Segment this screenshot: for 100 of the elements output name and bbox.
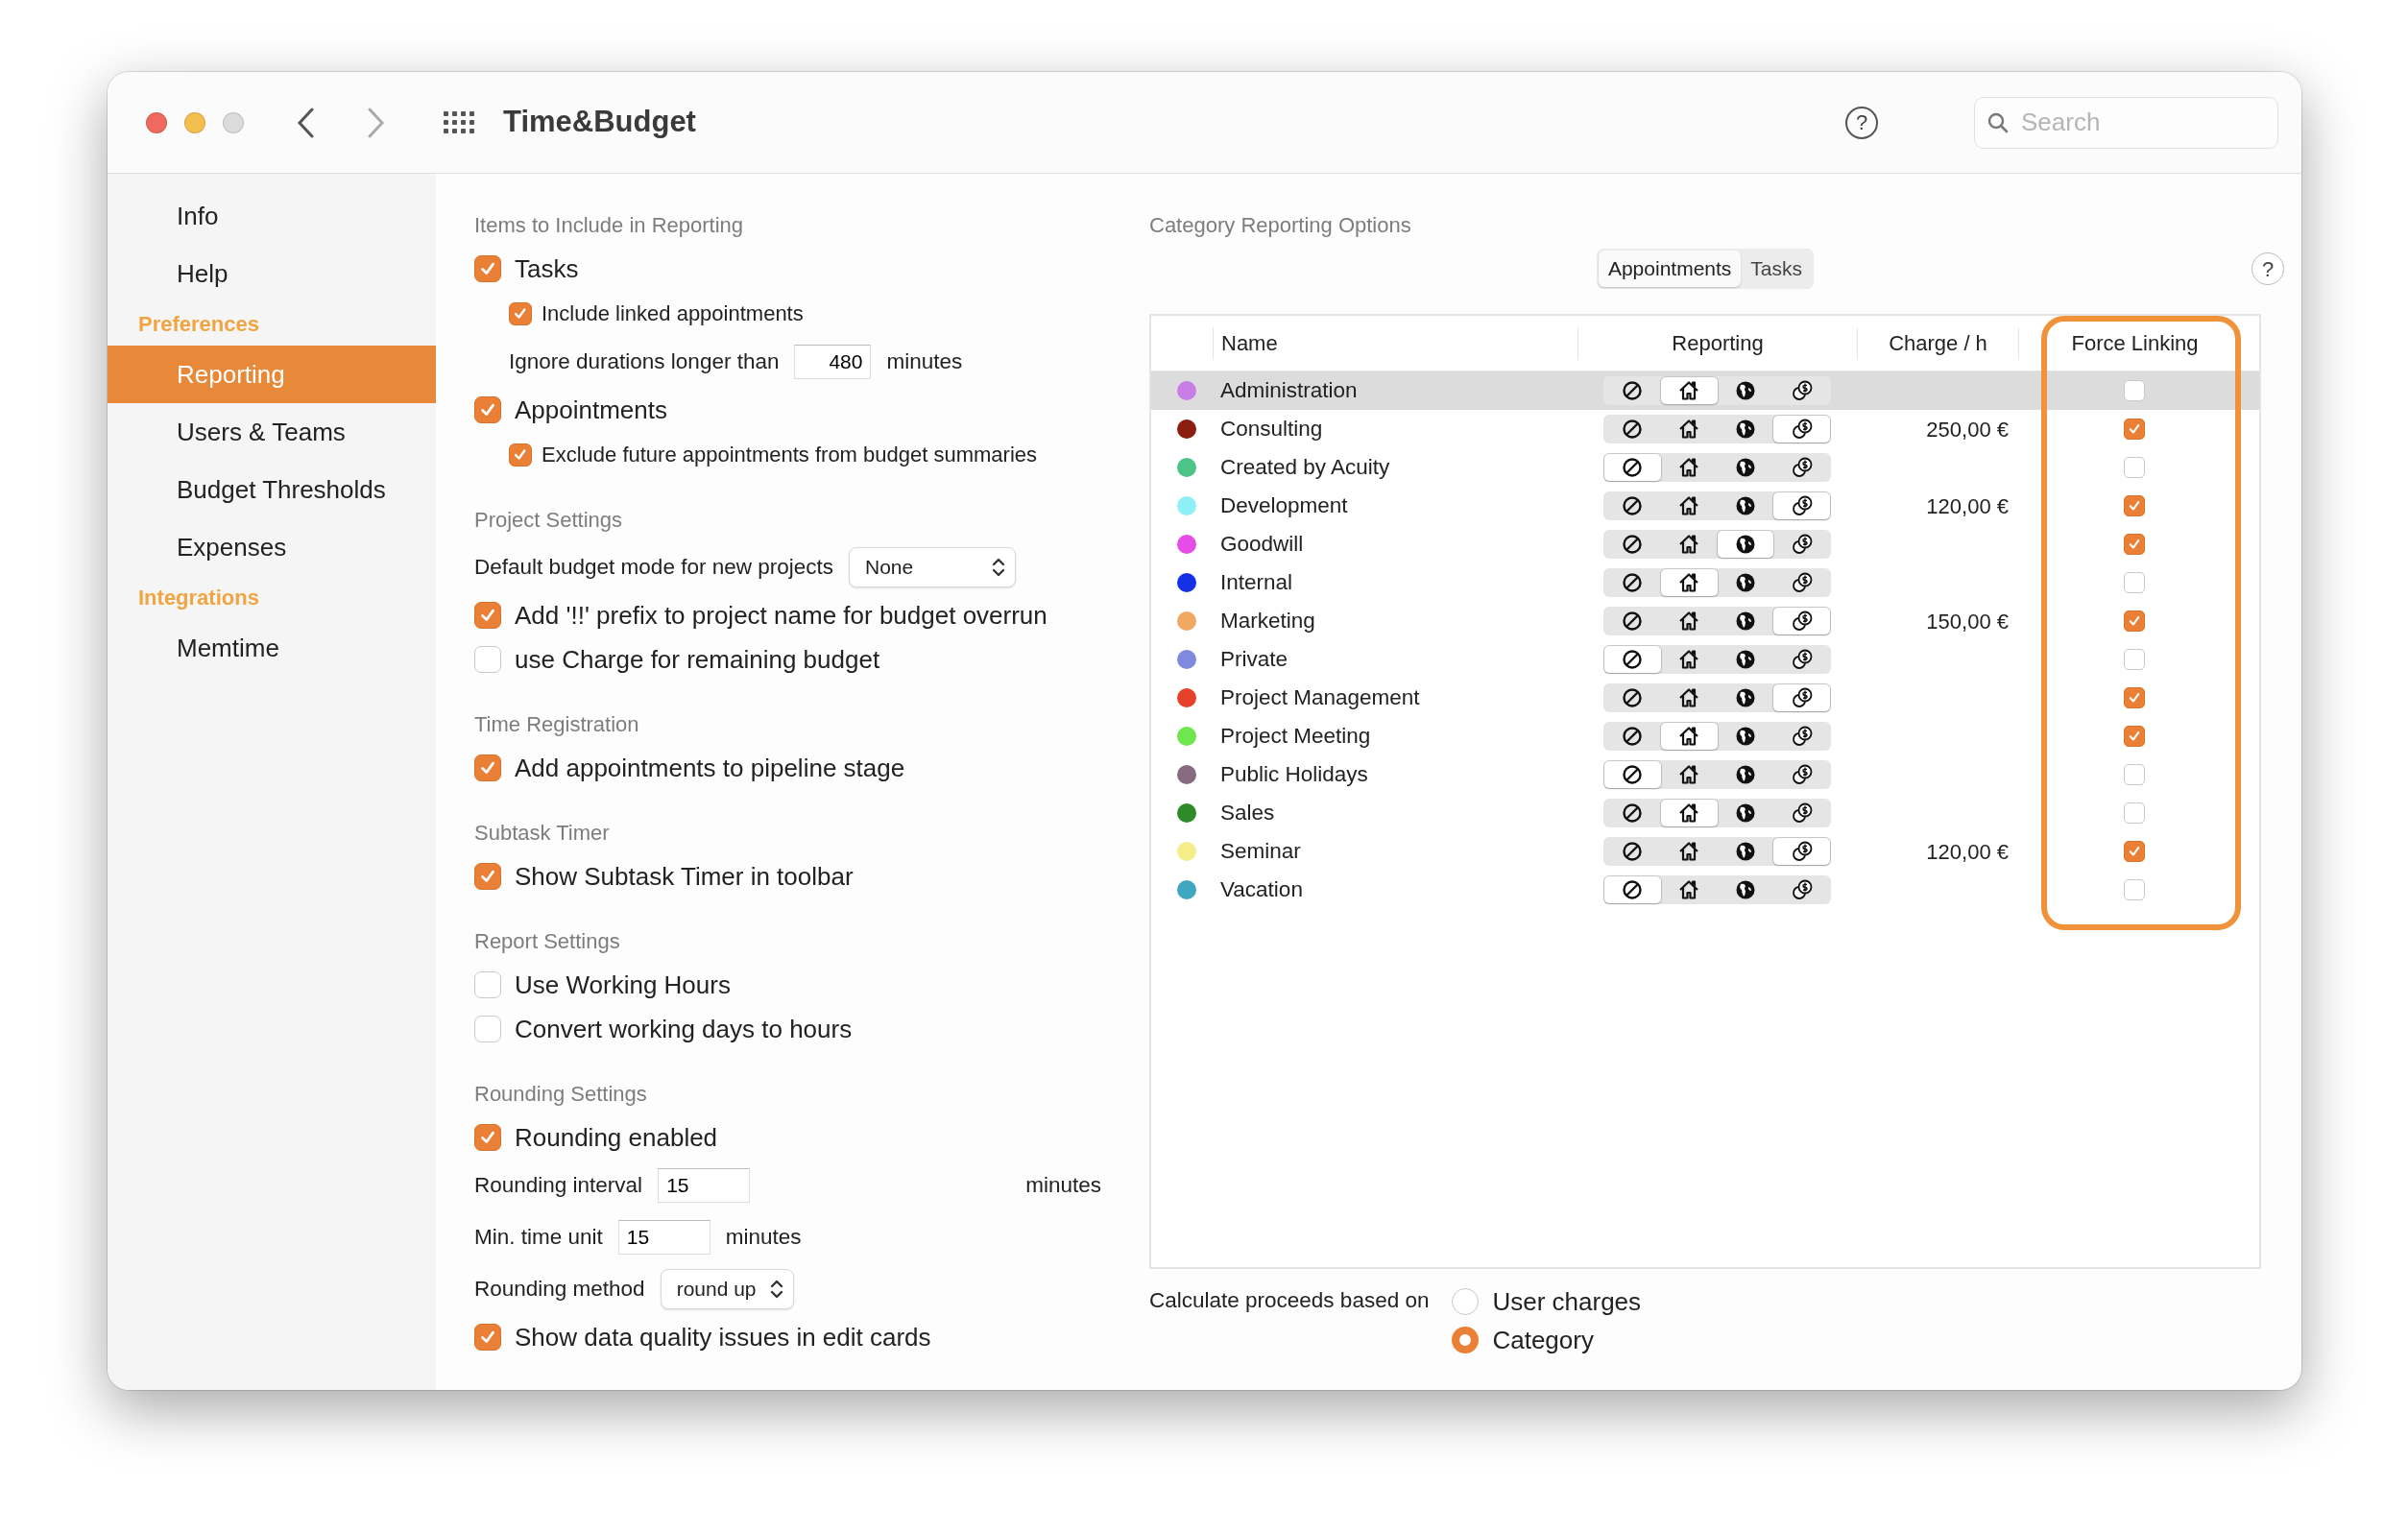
checkbox[interactable] (474, 1124, 501, 1151)
checkmark-icon (2128, 499, 2141, 513)
checkbox-label: use Charge for remaining budget (515, 643, 880, 676)
charge-value: 120,00 € (1925, 838, 2010, 866)
help-button[interactable]: ? (2251, 252, 2284, 285)
checkbox[interactable] (2124, 841, 2145, 862)
checkbox-label: Convert working days to hours (515, 1013, 853, 1045)
checkbox[interactable] (474, 396, 501, 423)
checkbox[interactable] (474, 255, 501, 282)
reporting-segment[interactable] (1660, 377, 1718, 404)
checkmark-icon (513, 446, 528, 463)
dropdown[interactable]: None (848, 547, 1016, 587)
search-icon (1987, 110, 2010, 134)
sidebar-item[interactable]: Users & Teams (108, 403, 436, 461)
field-label: Min. time unit (474, 1224, 603, 1252)
category-name: Administration (1219, 377, 1359, 405)
close-button[interactable] (146, 111, 167, 133)
reporting-segment[interactable] (1604, 761, 1661, 788)
checkbox[interactable] (2124, 879, 2145, 900)
category-name: Goodwill (1219, 531, 1305, 559)
reporting-segment[interactable] (1773, 684, 1830, 711)
reporting-segment[interactable] (1773, 608, 1830, 634)
checkbox-label: Include linked appointments (542, 300, 804, 327)
checkbox-label: Show Subtask Timer in toolbar (515, 860, 854, 893)
checkbox[interactable] (2124, 726, 2145, 747)
reporting-segment[interactable] (1717, 531, 1774, 558)
checkbox[interactable] (2124, 649, 2145, 670)
checkbox[interactable] (2124, 534, 2145, 555)
checkbox[interactable] (2124, 764, 2145, 785)
radio-label: Category (1492, 1324, 1594, 1356)
dropdown[interactable]: round up (660, 1269, 794, 1309)
coins-icon (1790, 686, 1814, 709)
category-name: Consulting (1219, 416, 1324, 443)
checkbox[interactable] (2124, 457, 2145, 478)
search-input[interactable]: Search (2021, 104, 2251, 141)
prohibited-icon (1621, 878, 1645, 901)
reporting-segment[interactable] (1660, 723, 1718, 750)
checkbox[interactable] (474, 1016, 501, 1042)
category-name: Created by Acuity (1219, 454, 1391, 482)
tab[interactable]: Appointments (1598, 251, 1742, 287)
checkbox[interactable] (2124, 802, 2145, 824)
checkbox-label: Tasks (515, 252, 579, 285)
reporting-segment[interactable] (1660, 800, 1718, 826)
number-field[interactable]: 480 (794, 345, 872, 379)
checkbox[interactable] (2124, 419, 2145, 440)
prohibited-icon (1621, 763, 1645, 786)
column-header: Name (1221, 330, 1278, 357)
reporting-segment[interactable] (1604, 876, 1661, 903)
checkbox-label: Rounding enabled (515, 1121, 718, 1154)
charge-value: 150,00 € (1925, 608, 2010, 635)
field-label: Rounding interval (474, 1172, 643, 1200)
checkbox[interactable] (474, 1324, 501, 1351)
category-name: Public Holidays (1219, 761, 1369, 789)
coins-icon (1790, 610, 1814, 633)
checkmark-icon (2128, 422, 2141, 436)
sidebar-item[interactable]: Info (108, 187, 436, 245)
reporting-segment[interactable] (1660, 569, 1718, 596)
prohibited-icon (1621, 418, 1645, 441)
number-field[interactable]: 15 (658, 1168, 751, 1203)
prohibited-icon (1621, 456, 1645, 479)
checkbox[interactable] (2124, 495, 2145, 516)
field-label: Default budget mode for new projects (474, 554, 833, 582)
checkbox[interactable] (2124, 687, 2145, 708)
reporting-segment[interactable] (1773, 416, 1830, 443)
checkbox[interactable] (2124, 610, 2145, 632)
checkbox[interactable] (509, 301, 532, 325)
category-name: Development (1219, 492, 1349, 520)
checkbox[interactable] (474, 971, 501, 998)
sidebar-item[interactable]: Memtime (108, 619, 436, 677)
radio-button[interactable] (1452, 1288, 1480, 1315)
checkbox[interactable] (474, 646, 501, 673)
checkbox[interactable] (2124, 380, 2145, 401)
reporting-segment[interactable] (1604, 454, 1661, 481)
reporting-segment[interactable] (1773, 838, 1830, 865)
unit-label: minutes (886, 348, 963, 376)
sidebar-item[interactable]: Budget Thresholds (108, 461, 436, 518)
number-field[interactable]: 15 (617, 1220, 710, 1255)
checkbox[interactable] (474, 863, 501, 890)
category-name: Marketing (1219, 608, 1316, 635)
prohibited-icon (1621, 533, 1645, 556)
checkmark-icon (2128, 691, 2141, 705)
reporting-segment[interactable] (1604, 646, 1661, 673)
radio-button[interactable] (1452, 1327, 1480, 1353)
sidebar-item[interactable]: Help (108, 245, 436, 302)
checkbox[interactable] (474, 602, 501, 629)
column-header: Charge / h (1889, 330, 1987, 357)
sidebar-item[interactable]: Expenses (108, 518, 436, 576)
category-name: Internal (1219, 569, 1294, 597)
checkbox[interactable] (2124, 572, 2145, 593)
category-name: Private (1219, 646, 1289, 674)
checkbox[interactable] (509, 443, 532, 467)
grid-icon[interactable] (444, 111, 474, 133)
sidebar-header: Integrations (137, 585, 260, 611)
checkbox[interactable] (474, 754, 501, 781)
help-button[interactable]: ? (1845, 106, 1878, 139)
coins-icon (1790, 763, 1814, 786)
search-field[interactable]: Search (1974, 96, 2278, 149)
selected-row[interactable]: Administration (1151, 371, 2259, 410)
reporting-segment[interactable] (1773, 492, 1830, 519)
tab[interactable]: Tasks (1741, 251, 1813, 287)
